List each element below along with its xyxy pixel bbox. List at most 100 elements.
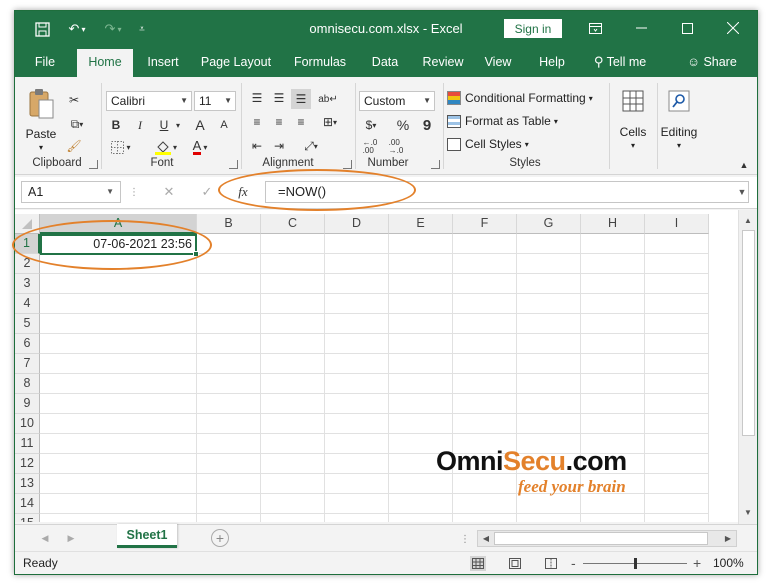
column-header-f[interactable]: F <box>453 214 517 234</box>
middle-align-icon[interactable]: ☰ <box>269 89 289 107</box>
borders-icon[interactable]: ▾ <box>107 137 135 157</box>
font-color-icon[interactable]: A ▾ <box>185 137 215 157</box>
tab-share[interactable]: ☺ Share <box>679 47 745 77</box>
bottom-align-icon[interactable]: ☰ <box>291 89 311 109</box>
bold-button[interactable]: B <box>107 115 125 135</box>
save-icon[interactable] <box>33 19 51 39</box>
align-left-icon[interactable]: ≡ <box>247 113 267 131</box>
row-header-6[interactable]: 6 <box>15 334 40 354</box>
row-header-2[interactable]: 2 <box>15 254 40 274</box>
row-header-4[interactable]: 4 <box>15 294 40 314</box>
maximize-icon[interactable] <box>664 11 710 45</box>
zoom-in-button[interactable]: + <box>693 555 701 571</box>
row-header-11[interactable]: 11 <box>15 434 40 454</box>
row-header-9[interactable]: 9 <box>15 394 40 414</box>
decrease-indent-icon[interactable]: ⇤ <box>247 137 267 155</box>
insert-function-button[interactable]: fx <box>233 183 253 201</box>
fill-handle[interactable] <box>193 251 199 257</box>
alignment-launcher-icon[interactable] <box>343 160 352 169</box>
tab-review[interactable]: Review <box>417 47 469 77</box>
cell-styles-button[interactable]: Cell Styles ▾ <box>447 137 529 151</box>
comma-style-button[interactable]: 9 <box>417 115 437 135</box>
normal-view-icon[interactable] <box>470 556 486 571</box>
clipboard-launcher-icon[interactable] <box>89 160 98 169</box>
tab-help[interactable]: Help <box>529 47 575 77</box>
column-header-a[interactable]: A <box>40 214 197 234</box>
column-header-d[interactable]: D <box>325 214 389 234</box>
paste-dropdown-icon[interactable]: ▾ <box>29 143 53 152</box>
close-icon[interactable] <box>710 11 756 45</box>
scroll-right-icon[interactable]: ▶ <box>722 532 734 545</box>
row-header-5[interactable]: 5 <box>15 314 40 334</box>
page-layout-view-icon[interactable] <box>507 556 523 571</box>
format-painter-icon[interactable]: 🖌 <box>65 137 83 155</box>
name-box[interactable]: A1 ▼ <box>21 181 121 203</box>
column-header-h[interactable]: H <box>581 214 645 234</box>
search-icon[interactable] <box>665 87 693 115</box>
accounting-format-icon[interactable]: $ ▾ <box>359 115 383 135</box>
tab-insert[interactable]: Insert <box>141 47 185 77</box>
page-break-view-icon[interactable] <box>543 556 559 571</box>
row-header-10[interactable]: 10 <box>15 414 40 434</box>
row-header-7[interactable]: 7 <box>15 354 40 374</box>
next-sheet-icon[interactable]: ▶ <box>65 531 77 545</box>
column-header-g[interactable]: G <box>517 214 581 234</box>
format-as-table-button[interactable]: Format as Table ▾ <box>447 114 558 128</box>
row-header-1[interactable]: 1 <box>15 234 40 254</box>
tab-formulas[interactable]: Formulas <box>287 47 353 77</box>
row-header-8[interactable]: 8 <box>15 374 40 394</box>
tab-split-grip-icon[interactable]: ⋮ <box>460 532 470 546</box>
horizontal-scrollbar[interactable]: ◀ ▶ <box>477 530 737 547</box>
cell-a1[interactable]: 07-06-2021 23:56 <box>40 234 197 255</box>
tab-page-layout[interactable]: Page Layout <box>195 47 277 77</box>
conditional-formatting-button[interactable]: Conditional Formatting ▾ <box>447 91 593 105</box>
font-name-combo[interactable]: Calibri ▼ <box>106 91 192 111</box>
prev-sheet-icon[interactable]: ◀ <box>39 531 51 545</box>
minimize-icon[interactable] <box>618 11 664 45</box>
top-align-icon[interactable]: ☰ <box>247 89 267 107</box>
increase-decimal-icon[interactable]: ←.0.00 <box>359 137 381 157</box>
sheet-tab-sheet1[interactable]: Sheet1 <box>117 524 177 548</box>
tab-view[interactable]: View <box>477 47 519 77</box>
scroll-left-icon[interactable]: ◀ <box>480 532 492 545</box>
cells-icon[interactable] <box>619 87 647 115</box>
align-right-icon[interactable]: ≡ <box>291 113 311 131</box>
underline-button[interactable]: U <box>155 115 173 135</box>
tab-data[interactable]: Data <box>363 47 407 77</box>
merge-center-icon[interactable]: ⊞ ▾ <box>315 113 345 131</box>
column-header-i[interactable]: I <box>645 214 709 234</box>
formula-input[interactable]: =NOW() <box>265 181 749 203</box>
cancel-entry-icon[interactable]: ✕ <box>161 183 177 201</box>
italic-button[interactable]: I <box>131 115 149 135</box>
decrease-decimal-icon[interactable]: .00 →.0 <box>385 137 407 157</box>
column-header-c[interactable]: C <box>261 214 325 234</box>
copy-icon[interactable]: ⧉ ▾ <box>65 115 89 133</box>
horizontal-scroll-thumb[interactable] <box>494 532 708 545</box>
editing-dropdown-icon[interactable]: ▾ <box>657 141 701 150</box>
confirm-entry-icon[interactable]: ✓ <box>199 183 215 201</box>
editing-button[interactable]: Editing <box>657 125 701 139</box>
collapse-ribbon-icon[interactable]: ▲ <box>737 159 751 171</box>
column-header-b[interactable]: B <box>197 214 261 234</box>
scroll-down-icon[interactable]: ▼ <box>742 506 754 518</box>
cut-icon[interactable]: ✂ <box>65 91 83 109</box>
tab-file[interactable]: File <box>25 47 65 77</box>
column-header-e[interactable]: E <box>389 214 453 234</box>
tab-home[interactable]: Home <box>77 49 133 77</box>
row-header-13[interactable]: 13 <box>15 474 40 494</box>
row-header-15[interactable]: 15 <box>15 514 40 522</box>
number-launcher-icon[interactable] <box>431 160 440 169</box>
paste-icon[interactable] <box>25 87 57 121</box>
font-launcher-icon[interactable] <box>229 160 238 169</box>
customize-quick-access-icon[interactable]: ⩡ <box>135 19 149 39</box>
increase-indent-icon[interactable]: ⇥ <box>269 137 289 155</box>
add-sheet-icon[interactable]: + <box>211 529 229 547</box>
redo-icon[interactable]: ↷ ▾ <box>99 19 127 39</box>
undo-icon[interactable]: ↶ ▾ <box>63 19 91 39</box>
orientation-icon[interactable]: ⤢ ▾ <box>295 137 327 155</box>
vertical-scrollbar[interactable]: ▲ ▼ <box>738 210 757 524</box>
vertical-scroll-thumb[interactable] <box>742 230 755 436</box>
zoom-out-button[interactable]: - <box>571 555 576 571</box>
scroll-up-icon[interactable]: ▲ <box>742 214 754 226</box>
row-header-14[interactable]: 14 <box>15 494 40 514</box>
